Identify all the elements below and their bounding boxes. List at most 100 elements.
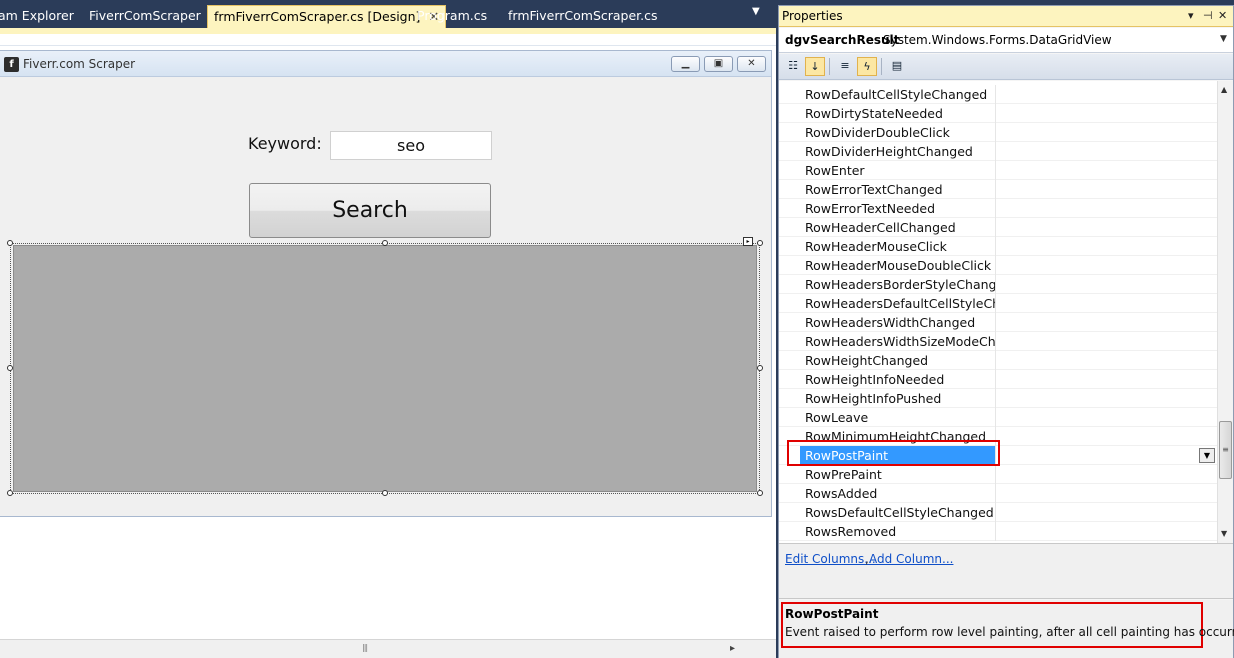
resize-handle[interactable] — [757, 365, 763, 371]
tab-code[interactable]: frmFiverrComScraper.cs — [502, 5, 664, 28]
properties-header: Properties ▾ ⊣ ✕ — [779, 6, 1233, 27]
vertical-scrollbar[interactable]: ▲ ≡ ▼ — [1217, 81, 1233, 543]
event-handler-value[interactable] — [995, 408, 1217, 427]
event-row[interactable]: RowDividerDoubleClick — [779, 123, 1217, 142]
tab-label: frmFiverrComScraper.cs [Design] — [214, 9, 421, 24]
event-handler-value[interactable] — [995, 484, 1217, 503]
event-handler-value[interactable] — [995, 313, 1217, 332]
dropdown-icon[interactable]: ▼ — [1199, 448, 1215, 463]
event-handler-value[interactable] — [995, 503, 1217, 522]
add-column-link[interactable]: Add Column... — [869, 552, 953, 566]
scroll-up-icon[interactable]: ▲ — [1221, 85, 1227, 94]
tab-label: FiverrComScraper — [89, 8, 201, 23]
event-name: RowHeadersWidthSizeModeChange — [805, 334, 995, 349]
tab-project[interactable]: FiverrComScraper — [83, 5, 207, 28]
event-row[interactable]: RowsAdded — [779, 484, 1217, 503]
close-icon[interactable]: ✕ — [737, 56, 766, 72]
edit-columns-link[interactable]: Edit Columns... — [785, 552, 876, 566]
event-handler-value[interactable] — [995, 389, 1217, 408]
event-handler-value[interactable] — [995, 218, 1217, 237]
tab-label: am Explorer — [0, 8, 74, 23]
search-result-grid[interactable] — [13, 245, 757, 492]
keyword-input[interactable]: seo — [330, 131, 492, 160]
event-handler-value[interactable] — [995, 294, 1217, 313]
event-row[interactable]: RowHeadersWidthChanged — [779, 313, 1217, 332]
resize-handle[interactable] — [7, 240, 13, 246]
event-row[interactable]: RowErrorTextNeeded — [779, 199, 1217, 218]
scroll-thumb[interactable]: ≡ — [1219, 421, 1232, 479]
event-name: RowsDefaultCellStyleChanged — [805, 505, 994, 520]
alphabetical-icon[interactable]: ↓ — [805, 57, 825, 76]
event-handler-value[interactable] — [995, 180, 1217, 199]
event-name: RowHeaderMouseClick — [805, 239, 947, 254]
event-row[interactable]: RowHeightChanged — [779, 351, 1217, 370]
event-row[interactable]: RowDefaultCellStyleChanged — [779, 85, 1217, 104]
event-handler-value[interactable] — [995, 161, 1217, 180]
event-name: RowLeave — [805, 410, 869, 425]
form-title-bar: f Fiverr.com Scraper ▁ ▣ ✕ — [0, 51, 771, 77]
event-row[interactable]: RowErrorTextChanged — [779, 180, 1217, 199]
resize-handle[interactable] — [757, 490, 763, 496]
minimize-icon[interactable]: ▁ — [671, 56, 700, 72]
event-row[interactable]: RowHeaderMouseDoubleClick — [779, 256, 1217, 275]
event-name: RowHeaderMouseDoubleClick — [805, 258, 992, 273]
object-type: System.Windows.Forms.DataGridView — [883, 33, 1112, 47]
event-handler-value[interactable] — [995, 237, 1217, 256]
events-icon[interactable]: ϟ — [857, 57, 877, 76]
event-handler-value[interactable] — [995, 427, 1217, 446]
tab-team-explorer[interactable]: am Explorer — [0, 5, 80, 28]
event-handler-value[interactable] — [995, 351, 1217, 370]
dropdown-icon[interactable]: ▼ — [752, 6, 760, 17]
event-handler-value[interactable] — [995, 522, 1217, 541]
event-row[interactable]: RowsDefaultCellStyleChanged — [779, 503, 1217, 522]
maximize-icon[interactable]: ▣ — [704, 56, 733, 72]
resize-handle[interactable] — [7, 490, 13, 496]
scroll-right-icon[interactable]: ▸ — [730, 643, 735, 654]
resize-handle[interactable] — [7, 365, 13, 371]
event-row[interactable]: RowEnter — [779, 161, 1217, 180]
event-handler-value[interactable] — [995, 123, 1217, 142]
categorized-icon[interactable]: ☷ — [783, 57, 803, 76]
resize-handle[interactable] — [382, 490, 388, 496]
event-name: RowHeightInfoNeeded — [805, 372, 945, 387]
event-row[interactable]: RowLeave — [779, 408, 1217, 427]
event-row[interactable]: RowHeightInfoNeeded — [779, 370, 1217, 389]
search-button[interactable]: Search — [249, 183, 491, 238]
event-row[interactable]: RowHeaderCellChanged — [779, 218, 1217, 237]
dropdown-icon[interactable]: ▾ — [1188, 9, 1194, 22]
event-handler-value[interactable] — [995, 332, 1217, 351]
event-handler-value[interactable] — [995, 465, 1217, 484]
pin-icon[interactable]: ⊣ — [1203, 9, 1213, 22]
smart-tag-icon[interactable]: ▸ — [743, 237, 753, 246]
properties-icon[interactable]: ≡ — [835, 57, 855, 76]
resize-handle[interactable] — [757, 240, 763, 246]
event-handler-value[interactable] — [995, 199, 1217, 218]
scroll-down-icon[interactable]: ▼ — [1221, 529, 1227, 538]
event-row[interactable]: RowHeadersBorderStyleChanged — [779, 275, 1217, 294]
event-row[interactable]: RowHeadersDefaultCellStyleChange — [779, 294, 1217, 313]
event-row[interactable]: RowHeightInfoPushed — [779, 389, 1217, 408]
event-handler-value[interactable] — [995, 142, 1217, 161]
property-pages-icon[interactable]: ▤ — [887, 57, 907, 76]
event-handler-value[interactable] — [995, 446, 1217, 465]
description-pane: RowPostPaint Event raised to perform row… — [779, 600, 1234, 658]
event-row[interactable]: RowHeaderMouseClick — [779, 237, 1217, 256]
object-selector[interactable]: dgvSearchResult System.Windows.Forms.Dat… — [779, 28, 1233, 53]
event-row[interactable]: RowDividerHeightChanged — [779, 142, 1217, 161]
resize-handle[interactable] — [382, 240, 388, 246]
event-handler-value[interactable] — [995, 85, 1217, 104]
dropdown-icon[interactable]: ▼ — [1220, 34, 1227, 44]
tab-program[interactable]: Program.cs — [411, 5, 493, 28]
event-row[interactable]: RowHeadersWidthSizeModeChange — [779, 332, 1217, 351]
close-icon[interactable]: ✕ — [1218, 9, 1227, 22]
event-handler-value[interactable] — [995, 275, 1217, 294]
description-text: Event raised to perform row level painti… — [785, 625, 1234, 639]
event-row[interactable]: RowDirtyStateNeeded — [779, 104, 1217, 123]
horizontal-scrollbar[interactable]: ||| ▸ — [0, 639, 776, 658]
event-handler-value[interactable] — [995, 104, 1217, 123]
designer-form[interactable]: f Fiverr.com Scraper ▁ ▣ ✕ Keyword: seo … — [0, 50, 772, 517]
event-row[interactable]: RowPrePaint — [779, 465, 1217, 484]
event-handler-value[interactable] — [995, 370, 1217, 389]
event-handler-value[interactable] — [995, 256, 1217, 275]
event-row[interactable]: RowsRemoved — [779, 522, 1217, 541]
